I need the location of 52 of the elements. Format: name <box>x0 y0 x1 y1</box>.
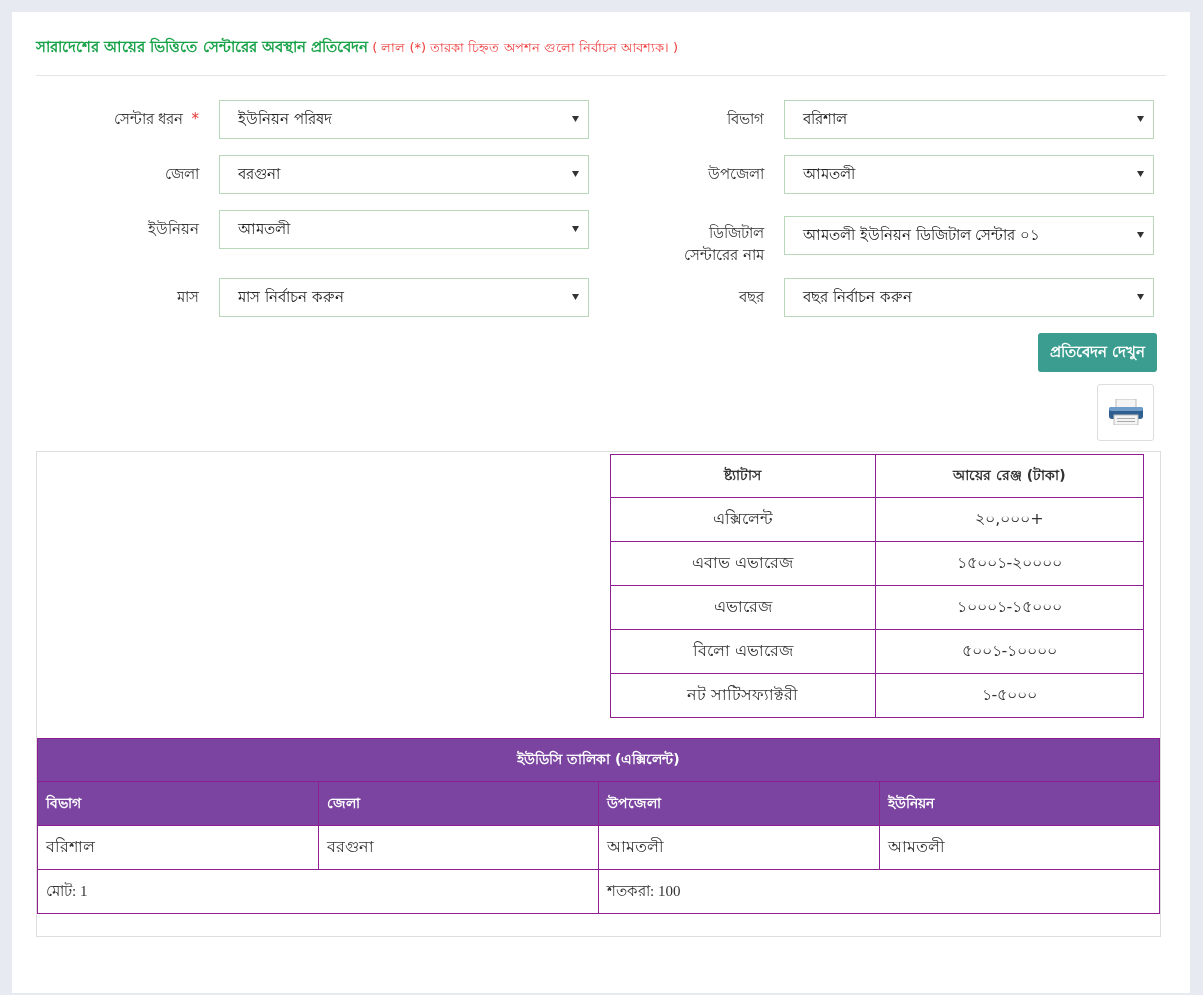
column-header: উপজেলা <box>598 781 879 825</box>
caret-icon <box>572 116 579 122</box>
caret-icon <box>1137 294 1144 300</box>
field-label: জেলা <box>165 163 199 185</box>
table-cell: আমতলী <box>879 825 1160 869</box>
select-field[interactable]: আমতলী <box>784 154 1154 194</box>
field-label: ডিজিটাল সেন্টারের নাম <box>683 222 764 266</box>
field-label: সেন্টার ধরন <box>113 108 184 130</box>
field-label: বছর <box>739 286 764 308</box>
select-field[interactable]: ইউনিয়ন পরিষদ <box>219 99 589 139</box>
select-field[interactable]: আমতলী ইউনিয়ন ডিজিটাল সেন্টার ০১ <box>784 215 1154 255</box>
table-cell: এক্সিলেন্ট <box>610 497 876 541</box>
table-cell: ১-৫০০০ <box>875 673 1144 717</box>
report-title: সারাদেশের আয়ের ভিত্তিতে সেন্টারের অবস্থান প্রতিবেদন <box>36 36 369 58</box>
select-field[interactable]: মাস নির্বাচন করুন <box>219 277 589 317</box>
table-cell: বরগুনা <box>318 825 599 869</box>
caret-icon <box>1137 171 1144 177</box>
table-cell: ১৫০০১-২০০০০ <box>875 541 1144 585</box>
column-header: ইউনিয়ন <box>879 781 1160 825</box>
field-label: মাস <box>177 286 199 308</box>
summary-cell: শতকরা: 100 <box>598 869 1160 913</box>
table-cell: বিলো এভারেজ <box>610 629 876 673</box>
select-field[interactable]: বরগুনা <box>219 154 589 194</box>
table-cell: ২০,০০০+ <box>875 497 1144 541</box>
caret-icon <box>572 294 579 300</box>
table-cell: ১০০০১-১৫০০০ <box>875 585 1144 629</box>
caret-icon <box>572 171 579 177</box>
field-label: বিভাগ <box>727 108 764 130</box>
table-cell: এবাভ এভারেজ <box>610 541 876 585</box>
required-mark: * <box>191 108 199 130</box>
table-cell: আমতলী <box>598 825 879 869</box>
table-cell: বরিশাল <box>37 825 318 869</box>
column-header: ষ্ট্যাটাস <box>610 454 876 497</box>
select-field[interactable]: আমতলী <box>219 209 589 249</box>
column-header: জেলা <box>318 781 599 825</box>
print-button[interactable] <box>1097 383 1154 441</box>
caret-icon <box>572 226 579 232</box>
required-note: ( লাল (*) তারকা চিহ্নত অপশন গুলো নির্বাচন আবশ্যক। ) <box>372 38 679 57</box>
select-field[interactable]: বরিশাল <box>784 99 1154 139</box>
table-cell: নট সাটিসফ্যাক্টরী <box>610 673 876 717</box>
caret-icon <box>1137 116 1144 122</box>
table-cell: এভারেজ <box>610 585 876 629</box>
field-label: উপজেলা <box>708 163 764 185</box>
table-caption: ইউডিসি তালিকা (এক্সিলেন্ট) <box>37 738 1160 781</box>
select-field[interactable]: বছর নির্বাচন করুন <box>784 277 1154 317</box>
column-header: আয়ের রেঞ্জ (টাকা) <box>875 454 1144 497</box>
caret-icon <box>1137 232 1144 238</box>
printer-icon <box>1107 399 1144 425</box>
field-label: ইউনিয়ন <box>148 218 199 240</box>
column-header: বিভাগ <box>37 781 318 825</box>
table-cell: ৫০০১-১০০০০ <box>875 629 1144 673</box>
summary-cell: মোট: 1 <box>37 869 599 913</box>
